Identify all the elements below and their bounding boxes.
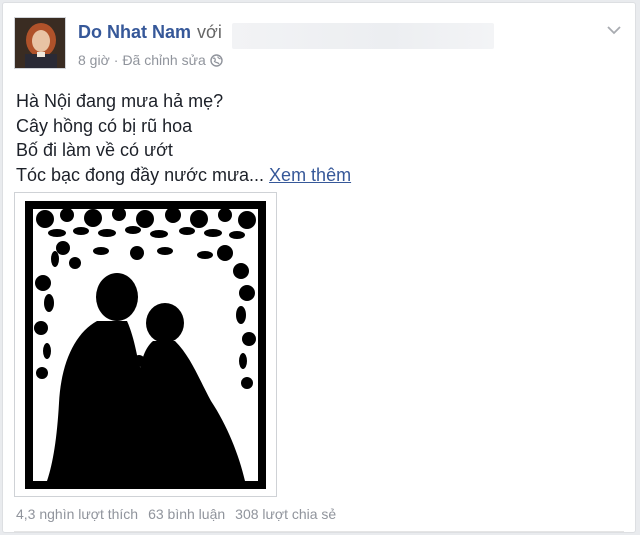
- stats-divider: [14, 531, 624, 532]
- post-card: Do Nhat Nam với 8 giờ · Đã chỉnh sửa Hà Nội…: [2, 2, 636, 533]
- shares-count[interactable]: 308 lượt chia sẻ: [235, 506, 336, 522]
- tagged-friends-redacted: [232, 23, 494, 49]
- post-photo[interactable]: [14, 192, 277, 497]
- meta-separator: ·: [113, 52, 119, 68]
- post-text-line-2: Cây hồng có bị rũ hoa: [16, 115, 193, 136]
- post-text-line-3: Bố đi làm về có ướt: [16, 140, 173, 160]
- post-time[interactable]: 8 giờ: [78, 52, 110, 68]
- globe-icon[interactable]: [210, 54, 223, 70]
- post-text: Hà Nội đang mưa hả mẹ? Cây hồng có bị rũ…: [16, 89, 616, 187]
- post-text-line-4-content: Tóc bạc đong đầy nước mưa...: [16, 164, 265, 185]
- chevron-down-icon[interactable]: [605, 23, 623, 37]
- avatar[interactable]: [14, 17, 66, 69]
- edited-label[interactable]: Đã chỉnh sửa: [122, 52, 205, 68]
- engagement-stats: 4,3 nghìn lượt thích 63 bình luận 308 lượt…: [16, 506, 346, 522]
- author-row: Do Nhat Nam với: [78, 22, 222, 43]
- likes-count[interactable]: 4,3 nghìn lượt thích: [16, 506, 138, 522]
- comments-count[interactable]: 63 bình luận: [148, 506, 225, 522]
- author-name[interactable]: Do Nhat Nam: [78, 22, 191, 42]
- post-header: Do Nhat Nam với 8 giờ · Đã chỉnh sửa: [14, 17, 623, 75]
- post-text-line-1: Hà Nội đang mưa hả mẹ?: [16, 91, 224, 111]
- post-text-line-4: Tóc bạc đong đầy nước mưa... Xem thêm: [16, 163, 616, 188]
- see-more-link[interactable]: Xem thêm: [269, 165, 351, 185]
- post-meta: 8 giờ · Đã chỉnh sửa: [78, 52, 223, 70]
- with-label: với: [197, 22, 222, 42]
